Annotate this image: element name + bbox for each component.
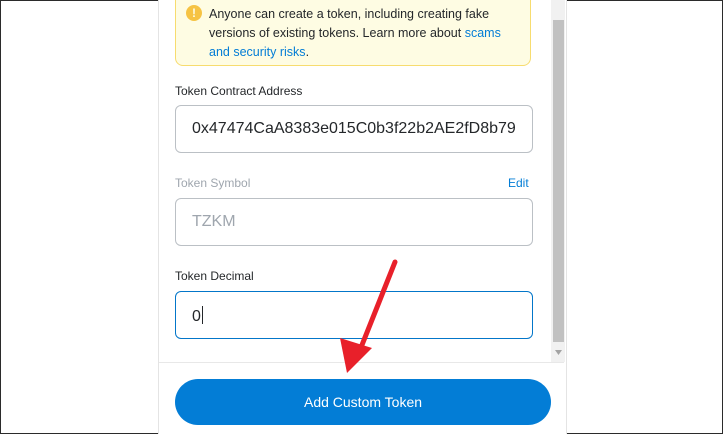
token-decimal-value: 0 [192,306,203,325]
scroll-down-arrow-icon[interactable] [553,347,564,358]
warning-text: Anyone can create a token, including cre… [209,5,523,62]
warning-end: . [305,45,310,59]
footer-divider [159,362,564,363]
contract-address-label: Token Contract Address [175,84,303,98]
contract-address-input[interactable]: 0x47474CaA8383e015C0b3f22b2AE2fD8b79 [175,105,533,153]
warning-banner: ! Anyone can create a token, including c… [175,0,531,66]
token-decimal-input[interactable]: 0 [175,291,533,339]
token-symbol-input[interactable]: TZKM [175,198,533,246]
text-cursor [201,306,203,324]
warning-message: Anyone can create a token, including cre… [209,7,490,40]
add-custom-token-button[interactable]: Add Custom Token [175,379,551,425]
token-decimal-label: Token Decimal [175,269,254,283]
scrollbar-thumb[interactable] [553,20,564,342]
warning-icon: ! [186,5,202,21]
token-symbol-value: TZKM [192,213,236,230]
contract-address-value: 0x47474CaA8383e015C0b3f22b2AE2fD8b79 [192,120,516,137]
edit-symbol-link[interactable]: Edit [508,176,529,190]
token-symbol-label: Token Symbol [175,176,251,190]
